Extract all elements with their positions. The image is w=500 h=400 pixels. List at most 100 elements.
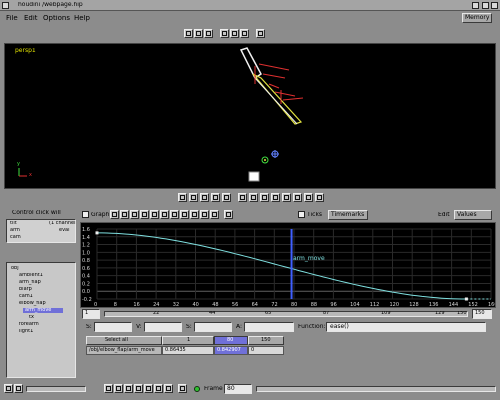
slope-field[interactable] [94, 322, 132, 332]
view-quad-button[interactable] [204, 29, 213, 38]
channel-list-item[interactable]: cam [10, 235, 21, 240]
time-slider[interactable] [256, 386, 496, 392]
graph-tool-button[interactable] [150, 210, 159, 219]
tool-rotate-button[interactable] [200, 193, 209, 202]
values-menu[interactable]: Values [454, 210, 492, 220]
menu-file[interactable]: File [6, 15, 18, 22]
window-menu-icon[interactable] [2, 2, 9, 9]
channel-graph[interactable]: 1.6 1.4 1.2 1.0 0.8 0.6 0.4 0.2 0.0 -0.2 0 8 16 24 32 4… [80, 222, 496, 308]
graph-mode-label[interactable]: Graph [91, 212, 109, 218]
tool-view-button[interactable] [222, 193, 231, 202]
graph-tool-button[interactable] [120, 210, 129, 219]
ticks-label[interactable]: Ticks [307, 212, 322, 218]
view-display-button[interactable] [256, 29, 265, 38]
spreadsheet-row-label[interactable]: /obj/elbow_flap/arm_move [86, 346, 162, 355]
play-forward-button[interactable] [144, 384, 153, 393]
view-home-button[interactable] [240, 29, 249, 38]
tree-item[interactable]: obj [11, 266, 19, 271]
menu-help[interactable]: Help [74, 15, 90, 22]
graph-tool-button[interactable] [180, 210, 189, 219]
viewport-3d[interactable]: persp1 y x [4, 43, 496, 189]
column-header-selected[interactable]: 80 [214, 336, 248, 345]
tool-light-button[interactable] [304, 193, 313, 202]
channel-list-item[interactable]: arm [10, 228, 20, 233]
spreadsheet-cell[interactable]: 0.86435 [162, 346, 214, 355]
jump-end-button[interactable] [164, 384, 173, 393]
select-all-button[interactable]: Select all [86, 336, 162, 345]
function-field[interactable]: ease() [326, 322, 486, 332]
graph-tool-button[interactable] [190, 210, 199, 219]
graph-tool-button[interactable] [170, 210, 179, 219]
graph-tool-button[interactable] [110, 210, 119, 219]
tool-select-button[interactable] [178, 193, 187, 202]
tool-snap-button[interactable] [260, 193, 269, 202]
speed-field[interactable] [194, 322, 232, 332]
view-options-button[interactable] [220, 29, 229, 38]
graph-tool-button[interactable] [200, 210, 209, 219]
graph-toolbar: Graph Ticks Timemarks Edit Values [80, 208, 496, 222]
play-range-button[interactable] [14, 384, 23, 393]
timemarks-menu[interactable]: Timemarks [328, 210, 368, 220]
spreadsheet-cell[interactable]: 0 [248, 346, 284, 355]
timeline-marker: 87 [323, 311, 330, 316]
maximize-icon[interactable] [482, 2, 489, 9]
scene-geometry[interactable] [5, 44, 497, 190]
graph-tool-button[interactable] [210, 210, 219, 219]
view-camera-button[interactable] [230, 29, 239, 38]
channel-list[interactable]: tilt arm cam (1 channel eval [6, 219, 76, 243]
view-split-button[interactable] [194, 29, 203, 38]
x-tick-label: 104 [350, 302, 360, 307]
value-field[interactable] [144, 322, 182, 332]
minimize-icon[interactable] [472, 2, 479, 9]
channel-tree[interactable]: obj ambient1 arm_flap blarp cam1 elbow_f… [6, 262, 76, 378]
step-back-button[interactable] [114, 384, 123, 393]
end-frame-field[interactable]: 150 [472, 309, 492, 319]
jump-start-button[interactable] [104, 384, 113, 393]
step-forward-button[interactable] [154, 384, 163, 393]
tool-ortho-button[interactable] [282, 193, 291, 202]
graph-tool-button[interactable] [140, 210, 149, 219]
tool-move-button[interactable] [189, 193, 198, 202]
tool-persp-button[interactable] [293, 193, 302, 202]
column-header[interactable]: 150 [248, 336, 284, 345]
tree-item[interactable]: ambient1 [19, 273, 43, 278]
spreadsheet-cell-selected[interactable]: 0.842907 [214, 346, 248, 355]
tree-item[interactable]: tx [29, 315, 34, 320]
graph-checkbox-icon[interactable] [82, 211, 89, 218]
tree-item[interactable]: elbow_flap [19, 301, 46, 306]
view-single-button[interactable] [184, 29, 193, 38]
graph-tool-button[interactable] [160, 210, 169, 219]
tree-item[interactable]: cam1 [19, 294, 33, 299]
start-frame-field[interactable]: 1 [82, 309, 100, 319]
menu-options[interactable]: Options [43, 15, 70, 22]
playbar-slider[interactable] [26, 386, 86, 392]
realtime-button[interactable] [178, 384, 187, 393]
stop-button[interactable] [134, 384, 143, 393]
ticks-checkbox-icon[interactable] [298, 211, 305, 218]
tree-item-selected[interactable]: arm_move [23, 308, 63, 313]
tree-item[interactable]: arm_flap [19, 280, 41, 285]
tool-handle-button[interactable] [249, 193, 258, 202]
accel-field[interactable] [244, 322, 294, 332]
tree-item[interactable]: forearm [19, 322, 39, 327]
loop-button[interactable] [4, 384, 13, 393]
tool-render-button[interactable] [315, 193, 324, 202]
graph-canvas[interactable]: 1.6 1.4 1.21.0 0.8 0.6 0.40.2 0.0 -0.20 8 16 24 32 4… [81, 223, 495, 307]
graph-tool-button[interactable] [224, 210, 233, 219]
tool-grid-button[interactable] [271, 193, 280, 202]
graph-tool-button[interactable] [130, 210, 139, 219]
tree-item[interactable]: light1 [19, 329, 33, 334]
tool-scale-button[interactable] [211, 193, 220, 202]
timeline-marker: 22 [153, 311, 160, 316]
close-icon[interactable] [491, 2, 498, 9]
x-tick-label: 96 [330, 302, 336, 307]
column-header[interactable]: 1 [162, 336, 214, 345]
frame-field[interactable]: 80 [224, 384, 252, 394]
memory-button[interactable]: Memory [462, 13, 492, 23]
timeline-slider[interactable]: 22 44 65 87 109 129 150 [104, 311, 468, 317]
menu-edit[interactable]: Edit [24, 15, 38, 22]
tool-pose-button[interactable] [238, 193, 247, 202]
tree-item[interactable]: blarp [19, 287, 32, 292]
play-reverse-button[interactable] [124, 384, 133, 393]
channel-list-item[interactable]: tilt [10, 221, 17, 226]
